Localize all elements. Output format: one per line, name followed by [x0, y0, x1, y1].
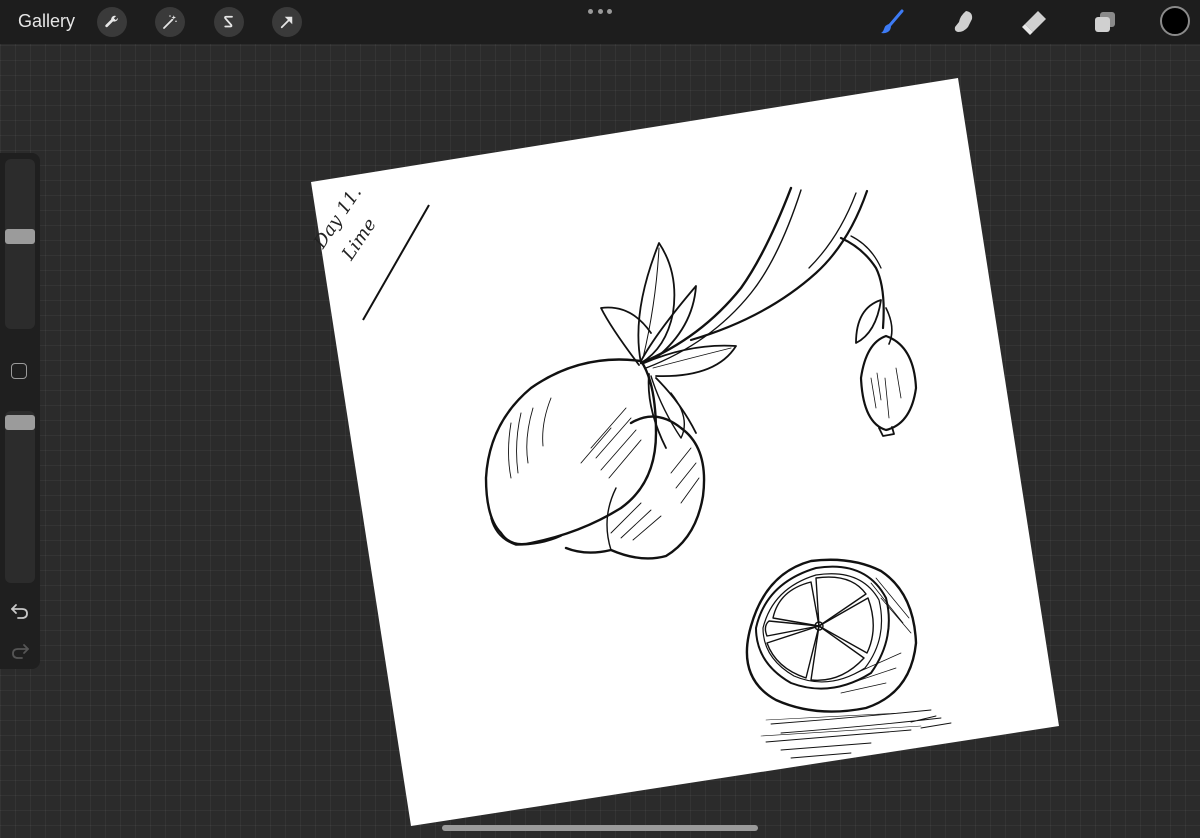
side-toolbar — [0, 153, 40, 669]
redo-icon[interactable] — [9, 640, 31, 662]
layers-tool-button[interactable] — [1089, 6, 1121, 38]
lime-branch-drawing — [484, 186, 952, 759]
brush-tool-button[interactable] — [876, 6, 908, 38]
selection-button[interactable] — [214, 7, 244, 37]
opacity-slider[interactable] — [5, 411, 35, 583]
wrench-icon — [105, 15, 118, 28]
top-toolbar: Gallery — [0, 0, 1200, 44]
lime-segments — [764, 576, 874, 682]
signature: Day 11. Lime — [309, 183, 381, 265]
selection-icon — [224, 15, 233, 28]
layers-icon — [1095, 12, 1115, 32]
eraser-tool-button[interactable] — [1019, 6, 1051, 38]
home-indicator[interactable] — [442, 825, 758, 831]
transform-arrow-icon — [280, 16, 293, 29]
brush-size-thumb[interactable] — [5, 229, 35, 245]
transform-button[interactable] — [272, 7, 302, 37]
adjustments-button[interactable] — [155, 7, 185, 37]
eraser-icon — [1022, 11, 1046, 35]
color-picker-button[interactable] — [1160, 6, 1190, 36]
brush-icon — [881, 9, 904, 34]
gallery-button[interactable]: Gallery — [18, 11, 75, 32]
actions-button[interactable] — [97, 7, 127, 37]
opacity-thumb[interactable] — [5, 415, 35, 430]
lime-sketch-artwork: Day 11. Lime — [309, 183, 952, 759]
modify-button[interactable] — [11, 363, 27, 379]
smudge-icon — [954, 11, 973, 32]
smudge-tool-button[interactable] — [948, 6, 980, 38]
undo-icon[interactable] — [9, 600, 31, 622]
drawing-canvas[interactable]: Day 11. Lime — [309, 78, 1059, 826]
magic-wand-icon — [163, 15, 177, 29]
more-options-icon[interactable] — [588, 4, 612, 18]
